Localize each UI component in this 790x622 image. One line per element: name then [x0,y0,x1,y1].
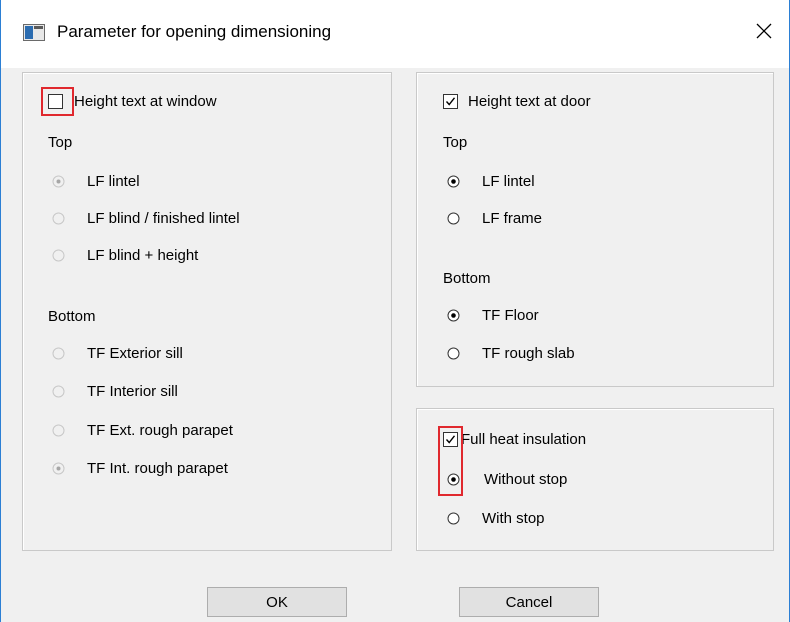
door-bottom-heading: Bottom [443,270,491,287]
height-text-window-label[interactable]: Height text at window [74,93,217,110]
window-top-option-2[interactable]: LF blind / finished lintel [87,210,240,227]
dialog-window: Parameter for opening dimensioning Heigh… [0,0,790,622]
height-text-door-label[interactable]: Height text at door [468,93,591,110]
ok-button[interactable]: OK [207,587,347,617]
window-top-heading: Top [48,134,73,151]
without-stop-radio[interactable] [447,473,460,486]
window-top-radio-2[interactable] [52,212,65,225]
close-button[interactable] [745,14,783,48]
without-stop-label[interactable]: Without stop [484,471,567,488]
highlight-window-checkbox [41,87,74,116]
window-bottom-radio-1[interactable] [52,347,65,360]
door-bottom-option-2[interactable]: TF rough slab [482,345,575,362]
window-bottom-option-1[interactable]: TF Exterior sill [87,345,183,362]
window-bottom-option-4[interactable]: TF Int. rough parapet [87,460,228,477]
window-top-option-3[interactable]: LF blind + height [87,247,198,264]
full-heat-insulation-label[interactable]: Full heat insulation [461,431,586,448]
with-stop-radio[interactable] [447,512,460,525]
window-top-radio-3[interactable] [52,249,65,262]
door-top-radio-1[interactable] [447,175,460,188]
insulation-group [416,408,774,551]
door-bottom-option-1[interactable]: TF Floor [482,307,539,324]
close-icon [756,23,772,39]
title-bar: Parameter for opening dimensioning [1,0,789,68]
door-top-radio-2[interactable] [447,212,460,225]
height-text-door-checkbox[interactable] [443,94,458,109]
window-bottom-radio-2[interactable] [52,385,65,398]
checkmark-icon [445,97,456,106]
window-bottom-option-2[interactable]: TF Interior sill [87,383,178,400]
with-stop-label[interactable]: With stop [482,510,545,527]
app-icon [23,24,45,41]
door-top-heading: Top [443,134,468,151]
cancel-button[interactable]: Cancel [459,587,599,617]
door-bottom-radio-1[interactable] [447,309,460,322]
door-bottom-radio-2[interactable] [447,347,460,360]
window-bottom-heading: Bottom [48,308,96,325]
door-top-option-1[interactable]: LF lintel [482,173,535,190]
door-top-option-2[interactable]: LF frame [482,210,542,227]
window-bottom-radio-4[interactable] [52,462,65,475]
window-bottom-option-3[interactable]: TF Ext. rough parapet [87,422,233,439]
door-group [416,72,774,387]
window-top-option-1[interactable]: LF lintel [87,173,140,190]
window-top-radio-1[interactable] [52,175,65,188]
window-bottom-radio-3[interactable] [52,424,65,437]
dialog-title: Parameter for opening dimensioning [57,22,332,41]
